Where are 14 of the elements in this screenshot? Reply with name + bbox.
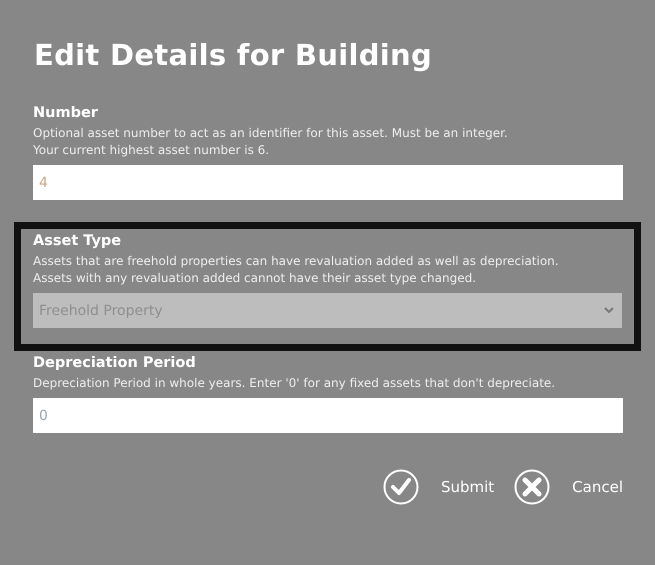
field-label: Number xyxy=(33,105,99,121)
help-text: Depreciation Period in whole years. Enter '0' for any fixed assets that don't depreciate. xyxy=(33,375,556,392)
help-text: Assets that are freehold properties can have revaluation added as well as depreciation. Assets with any revaluation added cannot have their asset type changed. xyxy=(33,253,560,287)
check-icon xyxy=(382,469,419,505)
submit-button[interactable]: Submit xyxy=(382,469,494,505)
input-field[interactable]: 4 xyxy=(33,165,623,200)
field-label: Depreciation Period xyxy=(33,355,197,371)
field-label: Asset Type xyxy=(33,233,122,249)
close-icon xyxy=(514,469,550,505)
dialog-title: Edit Details for Building xyxy=(34,38,434,72)
chevron-icon xyxy=(604,307,614,314)
help-text: Optional asset number to act as an identifier for this asset. Must be an integer. Your current highest asset number is 6. xyxy=(33,125,509,159)
input-field[interactable]: 0 xyxy=(33,398,623,433)
cancel-button[interactable]: Cancel xyxy=(514,469,623,505)
